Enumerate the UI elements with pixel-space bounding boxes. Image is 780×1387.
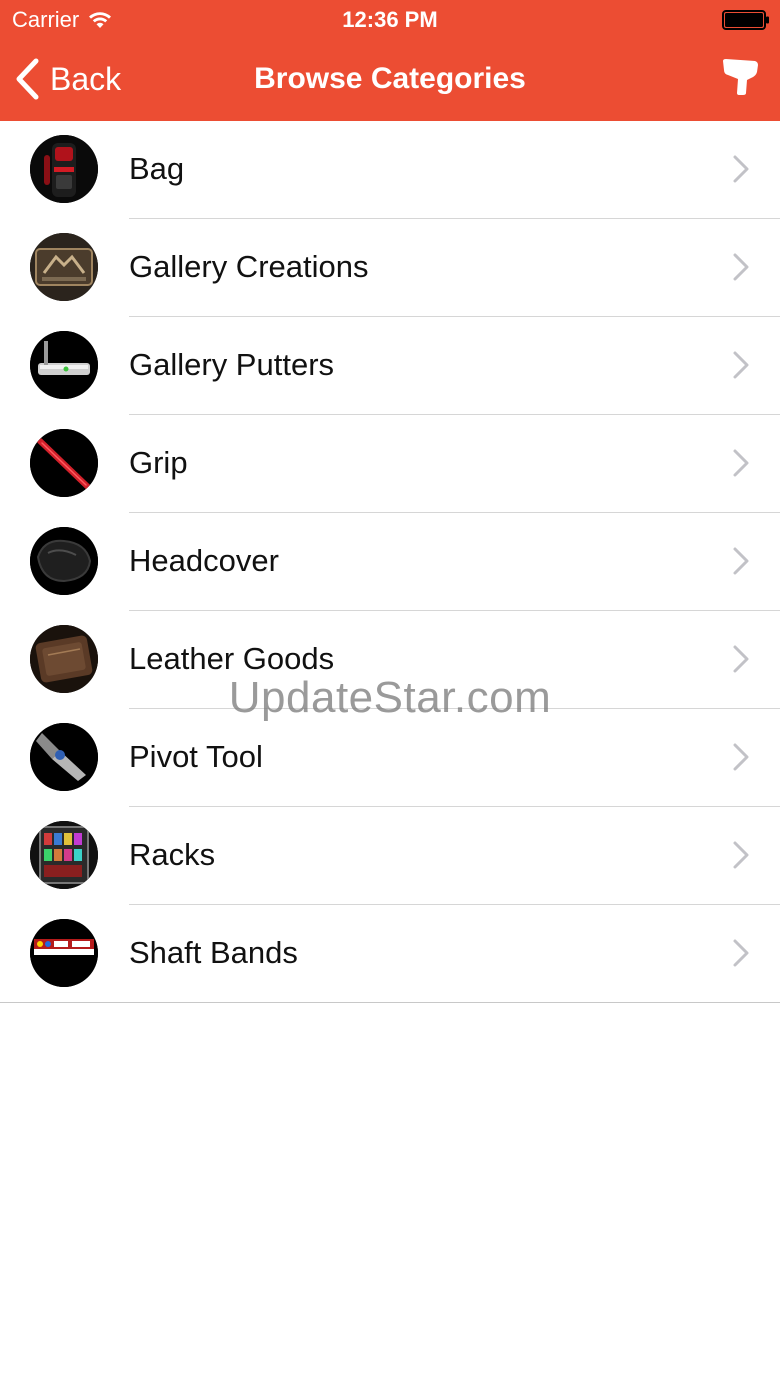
list-item-grip[interactable]: Grip <box>0 415 780 513</box>
navigation-bar: Back Browse Categories <box>0 40 780 121</box>
racks-thumbnail <box>30 821 98 889</box>
chevron-right-icon <box>733 645 749 673</box>
pivot-tool-thumbnail <box>30 723 98 791</box>
chevron-right-icon <box>733 547 749 575</box>
leather-goods-thumbnail <box>30 625 98 693</box>
battery-icon <box>722 10 769 30</box>
bag-thumbnail <box>30 135 98 203</box>
category-label: Pivot Tool <box>129 739 263 774</box>
category-label: Grip <box>129 445 188 480</box>
headcover-thumbnail <box>30 527 98 595</box>
list-item-gallery-putters[interactable]: Gallery Putters <box>0 317 780 415</box>
list-item-pivot-tool[interactable]: Pivot Tool <box>0 709 780 807</box>
chevron-right-icon <box>733 253 749 281</box>
page-title: Browse Categories <box>254 62 526 95</box>
list-bottom-separator <box>0 1002 780 1003</box>
list-item-shaft-bands[interactable]: Shaft Bands <box>0 905 780 1003</box>
gallery-putters-thumbnail <box>30 331 98 399</box>
list-item-bag[interactable]: Bag <box>0 121 780 219</box>
status-bar: Carrier 12:36 PM <box>0 0 780 40</box>
chevron-right-icon <box>733 155 749 183</box>
app-screen: Carrier 12:36 PM Back Browse Categories … <box>0 0 780 1387</box>
header: Carrier 12:36 PM Back Browse Categories <box>0 0 780 121</box>
chevron-right-icon <box>733 351 749 379</box>
chevron-right-icon <box>733 841 749 869</box>
list-item-racks[interactable]: Racks <box>0 807 780 905</box>
chevron-right-icon <box>733 449 749 477</box>
category-label: Shaft Bands <box>129 935 298 970</box>
status-time: 12:36 PM <box>342 7 438 32</box>
category-label: Racks <box>129 837 216 872</box>
category-label: Bag <box>129 151 185 186</box>
list-item-gallery-creations[interactable]: Gallery Creations <box>0 219 780 317</box>
shaft-bands-thumbnail <box>30 919 98 987</box>
chevron-right-icon <box>733 939 749 967</box>
category-label: Leather Goods <box>129 641 335 676</box>
list-item-headcover[interactable]: Headcover <box>0 513 780 611</box>
list-item-leather-goods[interactable]: Leather Goods <box>0 611 780 709</box>
gallery-creations-thumbnail <box>30 233 98 301</box>
category-list: Bag Gallery Creations Gallery Putters Gr… <box>0 121 780 1003</box>
category-label: Gallery Putters <box>129 347 335 382</box>
grip-thumbnail <box>30 429 98 497</box>
category-label: Headcover <box>129 543 279 578</box>
putter-tool-icon[interactable] <box>720 58 760 96</box>
chevron-right-icon <box>733 743 749 771</box>
category-label: Gallery Creations <box>129 249 369 284</box>
